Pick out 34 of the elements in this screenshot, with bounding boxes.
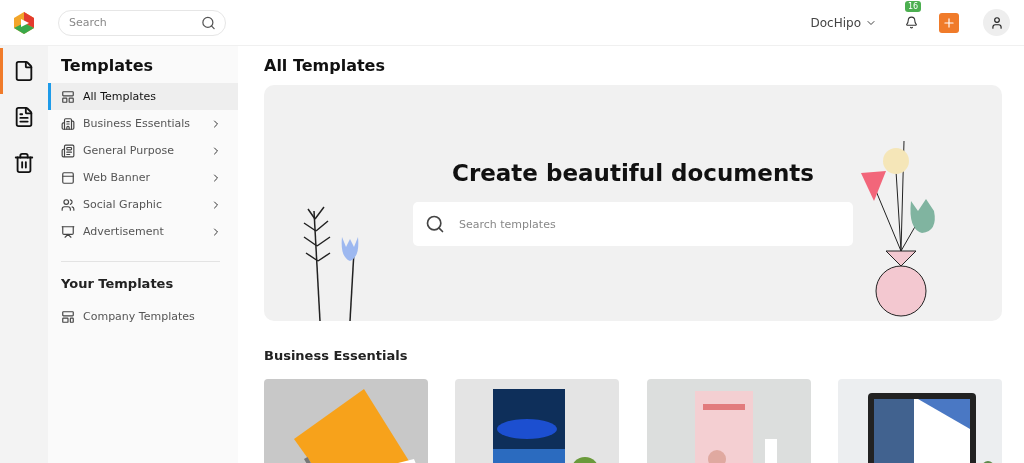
window-icon [61, 170, 75, 185]
users-icon [61, 197, 75, 212]
sidebar-item[interactable]: Company Templates [48, 303, 238, 330]
section-title: Your Templates [60, 276, 175, 293]
newspaper-icon [61, 143, 75, 158]
user-icon [989, 15, 1004, 30]
trash-icon [13, 152, 35, 174]
sidebar-item[interactable]: Web Banner [48, 164, 238, 191]
search-icon [425, 214, 445, 234]
add-button[interactable] [939, 12, 959, 33]
sidebar-item[interactable]: General Purpose [48, 137, 238, 164]
search-field[interactable]: Search [58, 9, 226, 36]
notification-count: 16 [905, 0, 922, 12]
layout-icon [61, 309, 75, 324]
plus-icon [942, 15, 956, 30]
sidebar-item[interactable]: Advertisement [48, 218, 238, 245]
banner-heading: Create beautiful documents [452, 160, 814, 186]
template-search-field[interactable]: Search templates [413, 202, 853, 246]
sidebar-item[interactable]: All Templates [48, 83, 238, 110]
presentation-icon [61, 224, 75, 239]
file-icon [13, 60, 35, 82]
section-title: Business Essentials [264, 348, 409, 363]
bell-icon[interactable] [904, 16, 918, 29]
sidebar-item[interactable]: Business Essentials [48, 110, 238, 137]
building-icon [61, 116, 75, 131]
layout-icon [61, 89, 75, 104]
logo-icon[interactable] [12, 10, 36, 35]
account-menu[interactable]: DocHipo [810, 15, 877, 30]
search-icon [201, 15, 216, 30]
sidebar-title: Templates [60, 56, 155, 77]
document-icon [13, 106, 35, 128]
profile-button[interactable] [983, 9, 1010, 36]
page-title: All Templates [264, 56, 386, 75]
sidebar-item[interactable]: Social Graphic [48, 191, 238, 218]
